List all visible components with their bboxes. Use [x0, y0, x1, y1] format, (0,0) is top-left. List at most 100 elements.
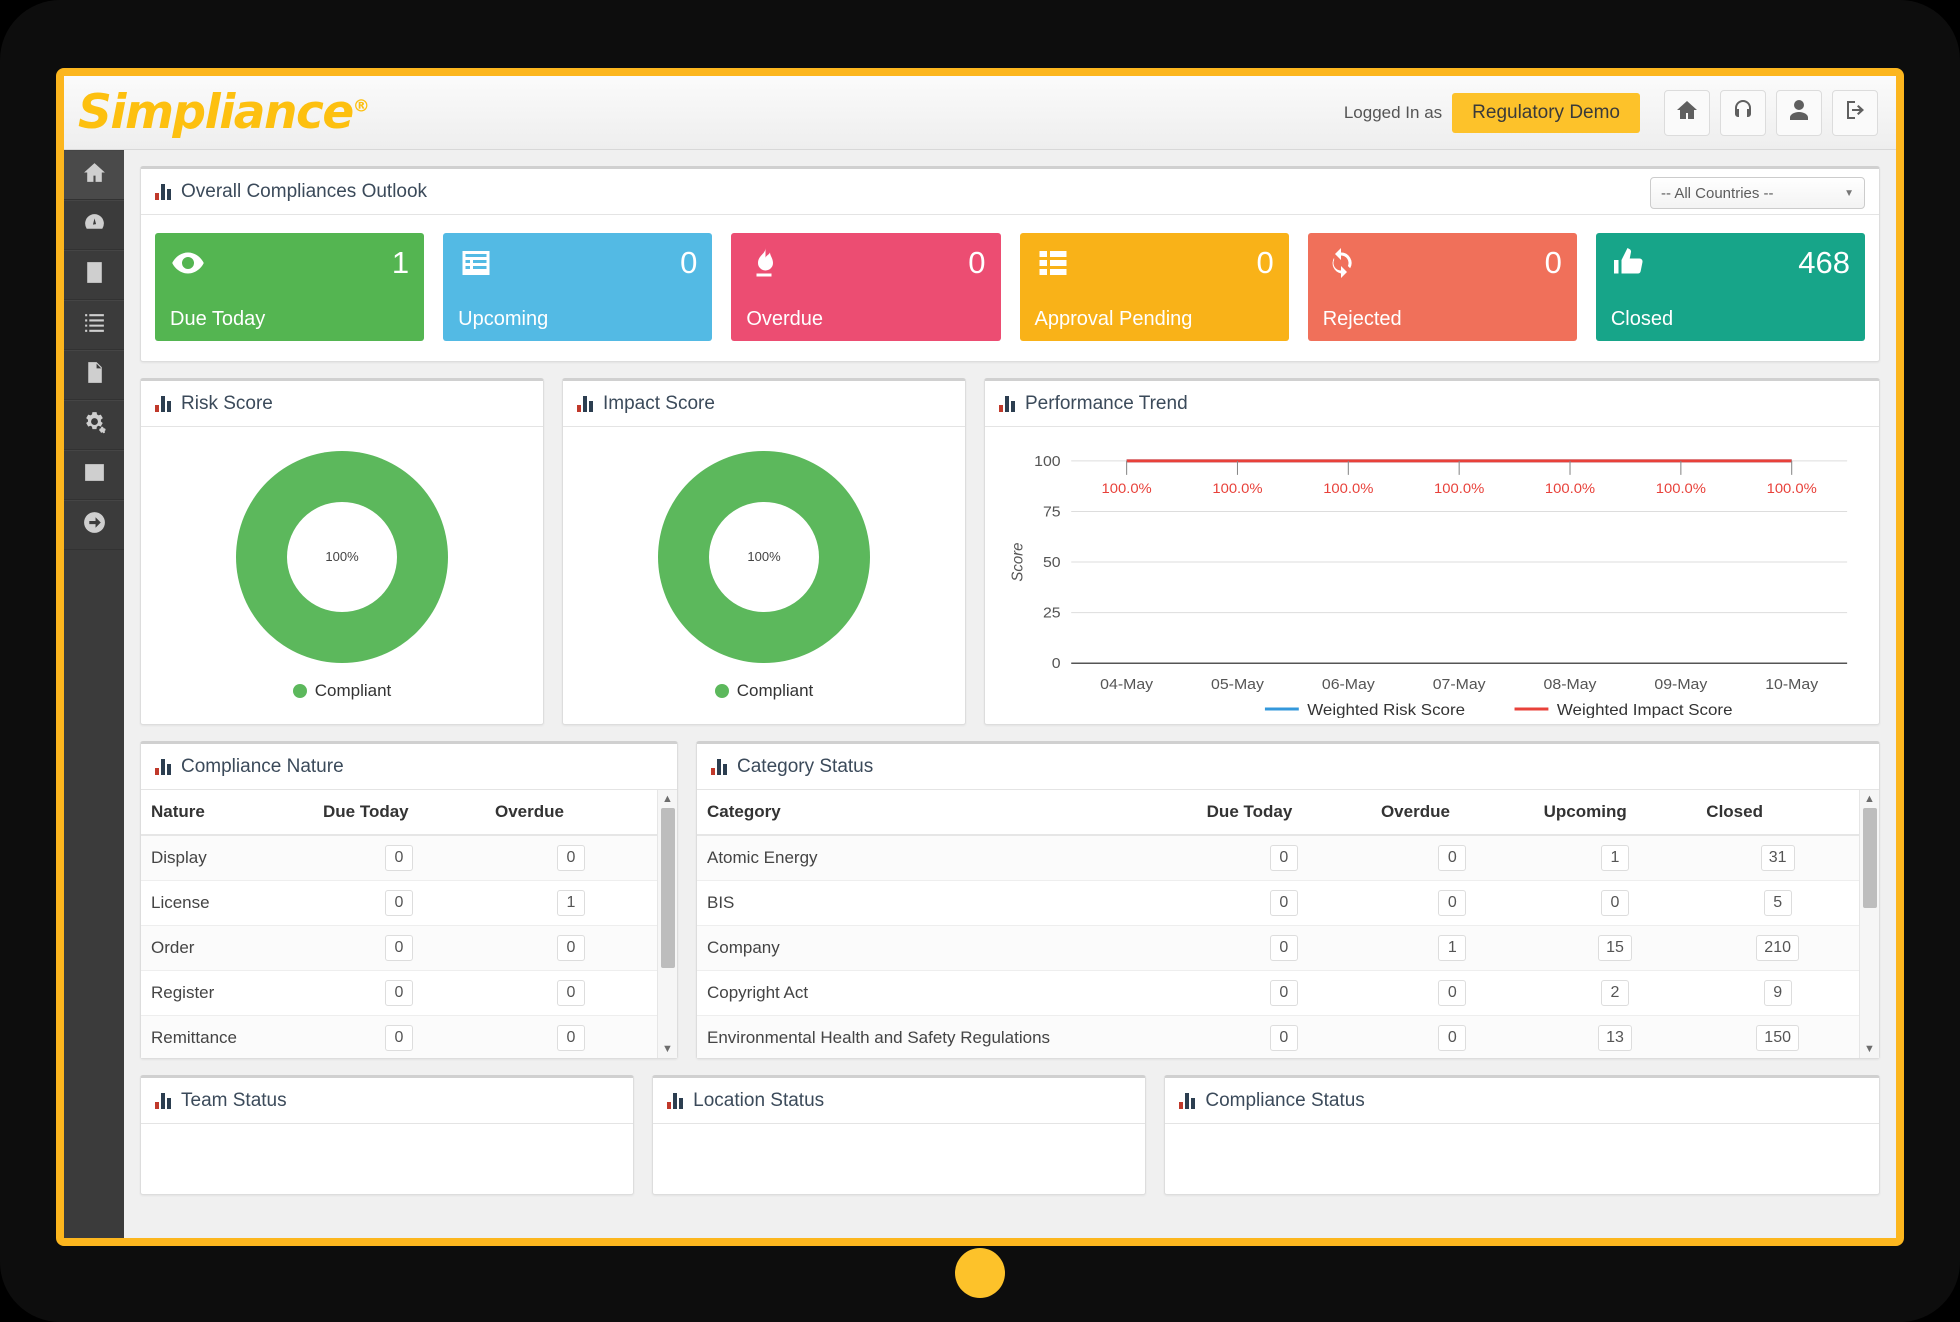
table-row[interactable]: Display00: [141, 835, 657, 881]
country-filter-select[interactable]: -- All Countries -- ▼: [1650, 177, 1865, 209]
bar-chart-icon: [577, 396, 594, 412]
table-row[interactable]: Order00: [141, 926, 657, 971]
column-header-closed[interactable]: Closed: [1696, 790, 1859, 835]
user-badge[interactable]: Regulatory Demo: [1452, 93, 1640, 133]
logout-button[interactable]: [1832, 90, 1878, 136]
sidebar-item-company[interactable]: [64, 250, 124, 300]
cell-value: 0: [1438, 980, 1466, 1006]
sidebar-item-dashboard[interactable]: [64, 200, 124, 250]
cell-value: 0: [1270, 1025, 1298, 1051]
column-header-category[interactable]: Category: [697, 790, 1197, 835]
cell-due-today: 0: [313, 971, 485, 1016]
tablet-device-frame: Simpliance® Logged In as Regulatory Demo: [0, 0, 1960, 1322]
stat-card-approval-pending[interactable]: 0 Approval Pending: [1020, 233, 1289, 341]
legend-entry[interactable]: Weighted Risk Score: [1307, 701, 1465, 718]
device-home-button[interactable]: [955, 1248, 1005, 1298]
cell-overdue: 0: [1371, 835, 1534, 881]
home-button[interactable]: [1664, 90, 1710, 136]
cell-value: 0: [557, 980, 585, 1006]
table-row[interactable]: Company0115210: [697, 926, 1859, 971]
cell-due-today: 0: [313, 926, 485, 971]
scrollbar-thumb[interactable]: [661, 808, 675, 968]
cell-value: 1: [1438, 935, 1466, 961]
scroll-up-arrow-icon[interactable]: ▲: [662, 790, 673, 808]
panel-header: Impact Score: [563, 381, 965, 427]
scrollbar-thumb[interactable]: [1863, 808, 1877, 908]
compliance-nature-panel: Compliance Nature Nature Due Today Overd…: [140, 741, 678, 1059]
scroll-up-arrow-icon[interactable]: ▲: [1864, 790, 1875, 808]
cell-overdue: 0: [485, 971, 657, 1016]
cell-category: Copyright Act: [697, 971, 1197, 1016]
y-axis-tick-label: 100: [1034, 453, 1060, 469]
brand-logo[interactable]: Simpliance®: [64, 89, 370, 136]
column-header-upcoming[interactable]: Upcoming: [1534, 790, 1697, 835]
support-button[interactable]: [1720, 90, 1766, 136]
column-header-due-today[interactable]: Due Today: [313, 790, 485, 835]
cell-nature: Display: [141, 835, 313, 881]
brand-name: Simpliance: [78, 85, 353, 140]
cell-value: 0: [1601, 890, 1629, 916]
x-axis-tick-label: 04-May: [1100, 677, 1153, 693]
donut-legend: Compliant: [715, 681, 814, 701]
cell-nature: Order: [141, 926, 313, 971]
table-row[interactable]: Register00: [141, 971, 657, 1016]
table-row[interactable]: Remittance00: [141, 1016, 657, 1059]
cell-value: 15: [1598, 935, 1632, 961]
category-status-title: Category Status: [737, 756, 873, 778]
logged-in-label: Logged In as: [1344, 103, 1442, 123]
panel-header: Category Status: [697, 744, 1879, 790]
vertical-scrollbar[interactable]: ▲ ▼: [657, 790, 677, 1058]
simpliance-dashboard: Simpliance® Logged In as Regulatory Demo: [64, 76, 1896, 1238]
column-header-due-today[interactable]: Due Today: [1197, 790, 1371, 835]
sidebar-item-documents[interactable]: [64, 350, 124, 400]
cell-value: 0: [385, 890, 413, 916]
column-header-overdue[interactable]: Overdue: [1371, 790, 1534, 835]
stat-card-due-today[interactable]: 1 Due Today: [155, 233, 424, 341]
stat-card-overdue[interactable]: 0 Overdue: [731, 233, 1000, 341]
team-status-panel: Team Status: [140, 1075, 634, 1195]
cell-value: 0: [1438, 890, 1466, 916]
eye-icon: [170, 245, 206, 286]
list-alt-icon: [458, 245, 494, 286]
cell-closed: 31: [1696, 835, 1859, 881]
cell-due-today: 0: [313, 835, 485, 881]
sidebar-item-list[interactable]: [64, 300, 124, 350]
bar-chart-icon: [1179, 1093, 1196, 1109]
compliance-nature-body: Display00License01Order00Register00Remit…: [141, 835, 657, 1058]
table-row[interactable]: License01: [141, 881, 657, 926]
cell-category: BIS: [697, 881, 1197, 926]
bar-chart-icon: [999, 396, 1016, 412]
cell-value: 1: [557, 890, 585, 916]
sidebar-item-reports[interactable]: [64, 450, 124, 500]
scroll-down-arrow-icon[interactable]: ▼: [662, 1040, 673, 1058]
cell-value: 31: [1761, 845, 1795, 871]
scroll-down-arrow-icon[interactable]: ▼: [1864, 1040, 1875, 1058]
profile-button[interactable]: [1776, 90, 1822, 136]
table-row[interactable]: Environmental Health and Safety Regulati…: [697, 1016, 1859, 1059]
table-row[interactable]: BIS0005: [697, 881, 1859, 926]
sidebar-item-settings[interactable]: [64, 400, 124, 450]
data-point-label: 100.0%: [1545, 481, 1595, 497]
legend-entry[interactable]: Weighted Impact Score: [1557, 701, 1733, 718]
building-icon: [82, 260, 107, 290]
sidebar-item-next[interactable]: [64, 500, 124, 550]
stat-card-rejected[interactable]: 0 Rejected: [1308, 233, 1577, 341]
y-axis-tick-label: 0: [1052, 656, 1061, 672]
sidebar-item-home[interactable]: [64, 150, 124, 200]
table-row[interactable]: Copyright Act0029: [697, 971, 1859, 1016]
home-icon: [1675, 98, 1699, 127]
performance-trend-panel: Performance Trend 0255075100Score04-May0…: [984, 378, 1880, 725]
column-header-nature[interactable]: Nature: [141, 790, 313, 835]
table-row[interactable]: Atomic Energy00131: [697, 835, 1859, 881]
impact-score-panel: Impact Score 100% Compliant: [562, 378, 966, 725]
cell-closed: 9: [1696, 971, 1859, 1016]
column-header-overdue[interactable]: Overdue: [485, 790, 657, 835]
cell-nature: Remittance: [141, 1016, 313, 1059]
thumbs-up-icon: [1611, 245, 1647, 286]
vertical-scrollbar[interactable]: ▲ ▼: [1859, 790, 1879, 1058]
location-status-title: Location Status: [693, 1090, 824, 1112]
gauge-icon: [82, 210, 107, 240]
cell-due-today: 0: [313, 881, 485, 926]
stat-card-closed[interactable]: 468 Closed: [1596, 233, 1865, 341]
stat-card-upcoming[interactable]: 0 Upcoming: [443, 233, 712, 341]
